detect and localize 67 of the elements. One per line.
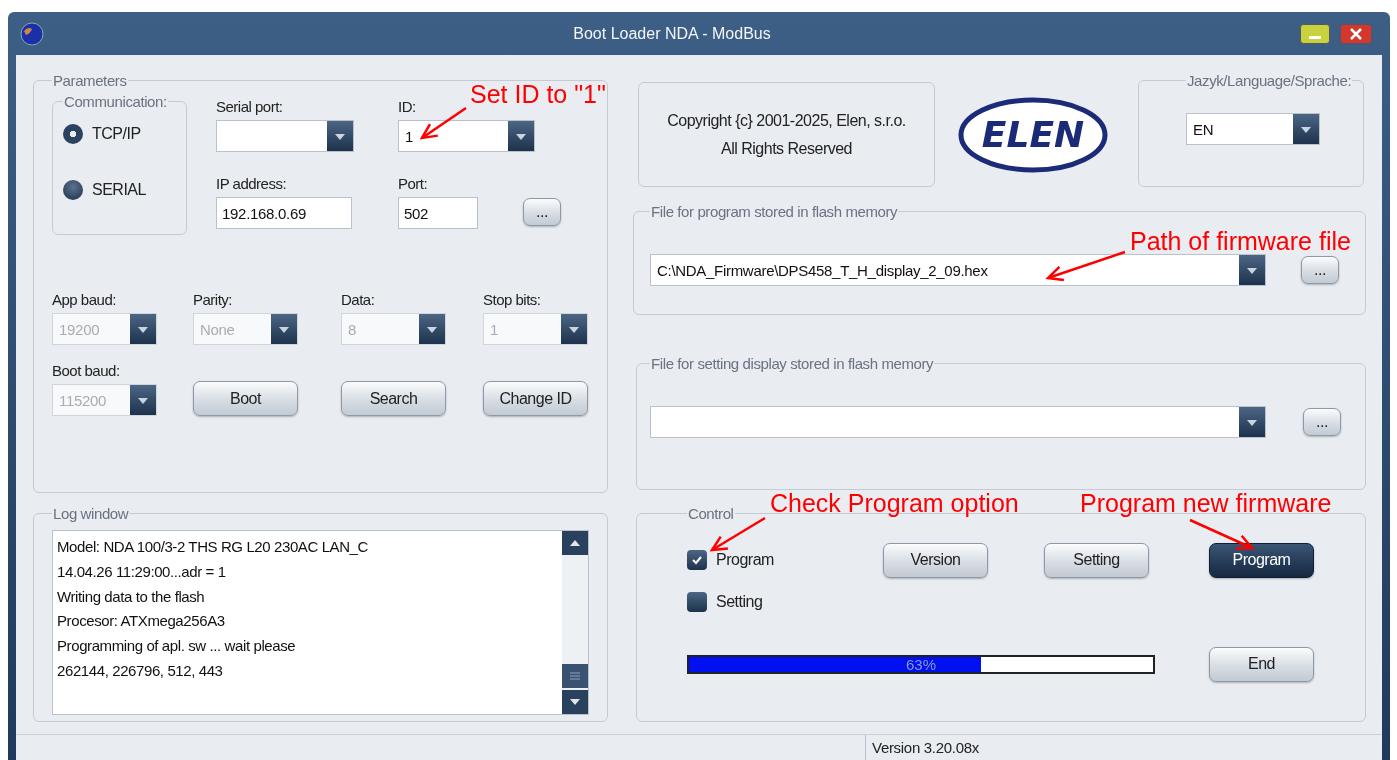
browse-button[interactable]: ...: [1303, 408, 1341, 436]
annotation-arrow: [1189, 518, 1255, 550]
company-logo: ELEN: [958, 97, 1108, 173]
field-label: Serial port:: [216, 98, 284, 115]
radio-label: SERIAL: [92, 181, 146, 199]
window-title: Boot Loader NDA - ModBus: [572, 24, 772, 43]
version-text: Version 3.20.08x: [865, 735, 979, 760]
action-button[interactable]: Setting: [1044, 542, 1149, 578]
annotation-text: Path of firmware file: [1130, 227, 1351, 256]
check-icon: [691, 554, 703, 566]
field-label: Data:: [341, 291, 376, 308]
dropdown[interactable]: [216, 120, 354, 152]
group-label: Control: [687, 505, 735, 522]
action-button[interactable]: Boot: [193, 381, 298, 416]
field-label: Boot baud:: [52, 362, 121, 379]
field-label: IP address:: [216, 175, 288, 192]
group-label: File for program stored in flash memory: [650, 203, 899, 220]
action-button[interactable]: Version: [883, 542, 988, 578]
checkbox-label: Program: [716, 551, 774, 569]
log-line: Model: NDA 100/3-2 THS RG L20 230AC LAN_C: [57, 537, 369, 557]
radio-button[interactable]: [63, 180, 83, 200]
action-button[interactable]: Search: [341, 381, 446, 416]
close-icon[interactable]: [1340, 23, 1372, 44]
action-button[interactable]: Change ID: [483, 381, 588, 416]
field-label: ID:: [398, 98, 417, 115]
radio-button[interactable]: [63, 124, 83, 144]
log-line: 262144, 226796, 512, 443: [57, 661, 224, 681]
text-field[interactable]: 192.168.0.69: [216, 197, 352, 229]
progress-label: 63%: [905, 656, 937, 672]
globe-icon: [20, 21, 44, 46]
annotation-arrow: [419, 106, 467, 140]
copyright-text: All Rights Reserved: [721, 139, 852, 158]
group-label: Communication:: [63, 93, 168, 110]
annotation-text: Check Program option: [770, 489, 1019, 518]
field-label: App baud:: [52, 291, 117, 308]
group-label: Log window: [52, 505, 130, 522]
log-line: Procesor: ATXmega256A3: [57, 611, 226, 632]
copyright-text: Copyright {c} 2001-2025, Elen, s.r.o.: [667, 111, 906, 130]
group-label: Jazyk/Language/Sprache:: [1186, 72, 1353, 89]
field-label: Stop bits:: [483, 291, 542, 308]
field-label: Parity:: [193, 291, 233, 308]
checkbox-label: Setting: [716, 593, 763, 611]
checkbox[interactable]: [687, 592, 707, 612]
scroll-down-icon[interactable]: [562, 690, 588, 714]
text-field[interactable]: 502: [398, 197, 478, 229]
log-area[interactable]: Model: NDA 100/3-2 THS RG L20 230AC LAN_C 14.04.26 11:29:00...adr = 1 Writing data to the flash Procesor: ATXmega256A3 Programming of apl. sw ... wait please 262144, 226796, 512, 443: [52, 530, 589, 715]
checkbox[interactable]: [687, 550, 707, 570]
dropdown[interactable]: EN: [1186, 113, 1320, 145]
annotation-text: Program new firmware: [1080, 489, 1332, 518]
group-label: Parameters: [52, 72, 128, 89]
log-line: Writing data to the flash: [57, 586, 206, 607]
end-button[interactable]: End: [1209, 646, 1314, 682]
dropdown[interactable]: 1: [398, 120, 535, 152]
radio-label: TCP/IP: [92, 125, 141, 143]
scroll-up-icon[interactable]: [562, 531, 588, 555]
group-label: File for setting display stored in flash memory: [650, 355, 935, 372]
log-line: Programming of apl. sw ... wait please: [57, 636, 297, 657]
browse-button[interactable]: ...: [1301, 256, 1339, 284]
action-button[interactable]: Program: [1209, 542, 1314, 578]
log-line: 14.04.26 11:29:00...adr = 1: [57, 561, 227, 582]
browse-button[interactable]: ...: [523, 198, 561, 226]
field-label: Port:: [398, 175, 429, 192]
dropdown[interactable]: [650, 406, 1266, 438]
scroll-thumb[interactable]: [562, 664, 588, 688]
dropdown[interactable]: C:\NDA_Firmware\DPS458_T_H_display_2_09.hex: [650, 254, 1266, 286]
minimize-icon[interactable]: [1300, 23, 1330, 44]
annotation-text: Set ID to "1": [470, 80, 606, 109]
